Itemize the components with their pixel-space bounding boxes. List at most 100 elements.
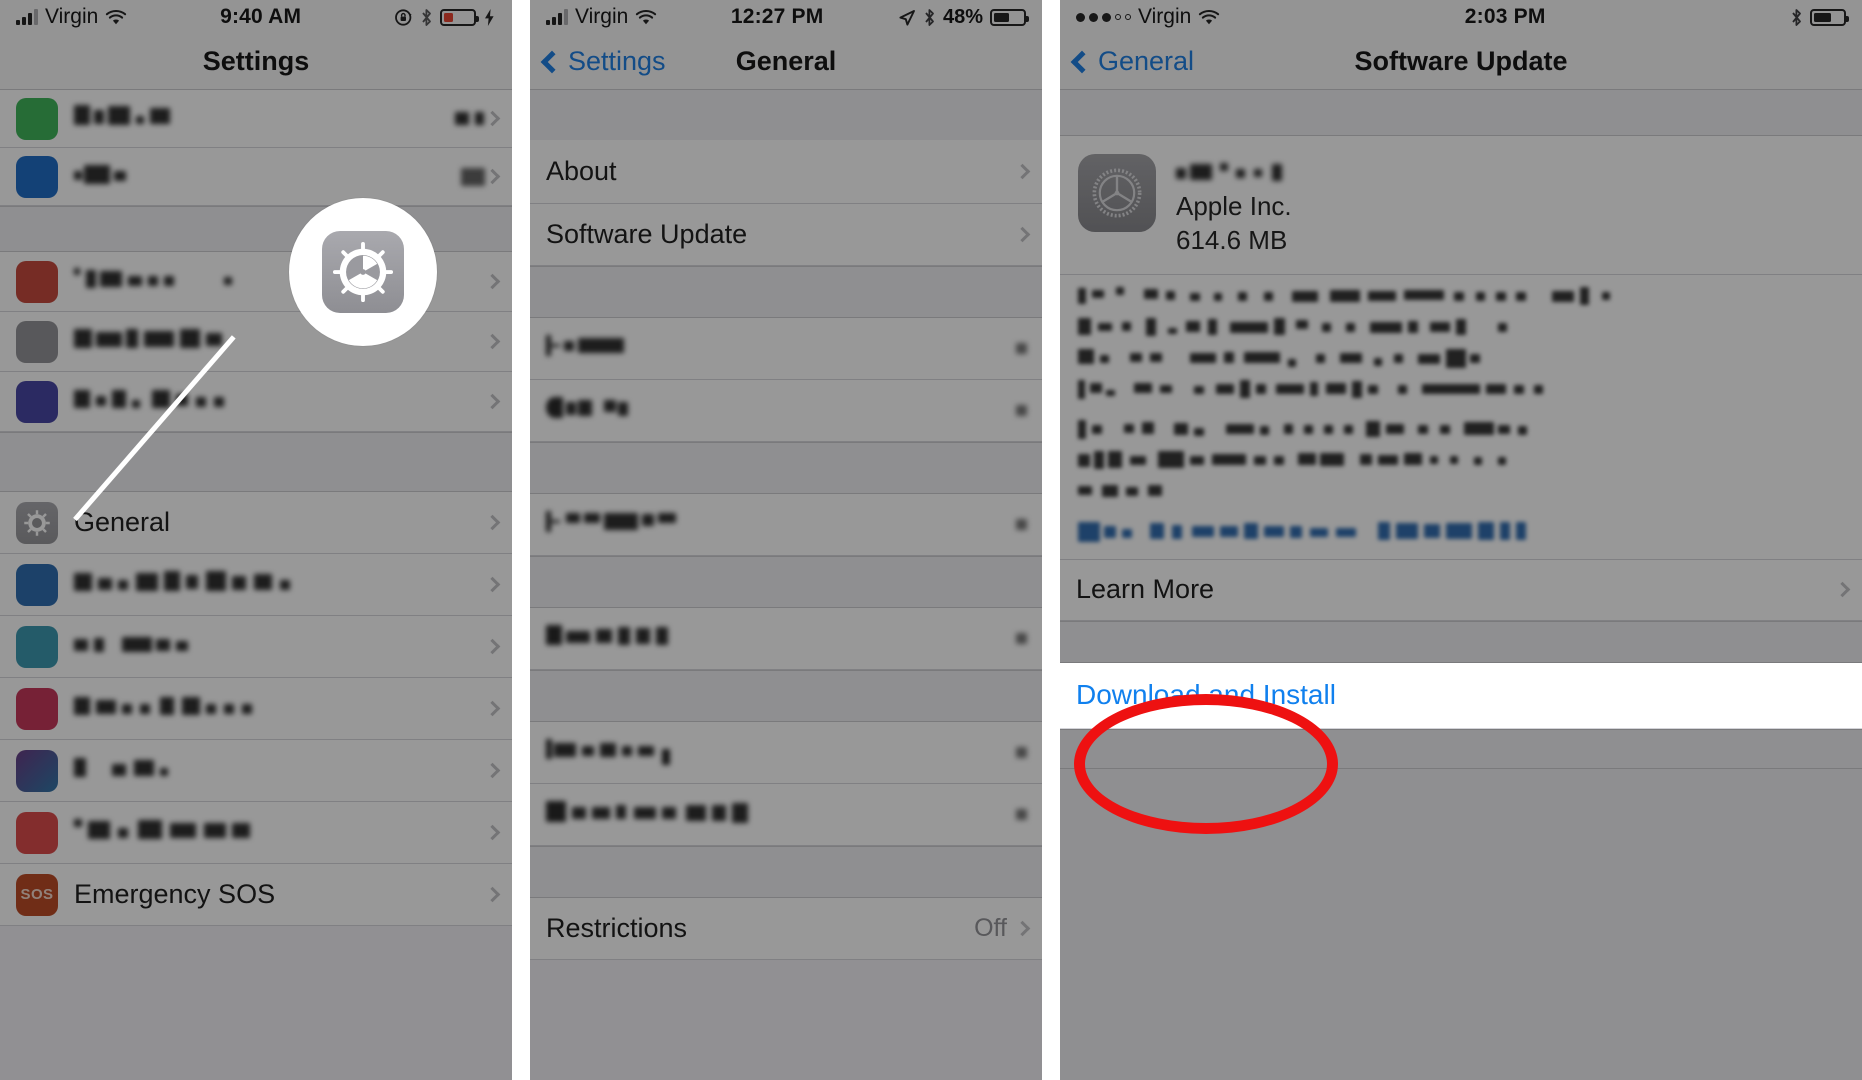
chevron-right-icon: [1014, 163, 1031, 180]
settings-gear-icon: [1078, 154, 1156, 232]
battery-icon: [1810, 8, 1849, 26]
sidebar-item-emergency-sos[interactable]: SOS Emergency SOS: [0, 864, 512, 926]
list-item[interactable]: [0, 312, 512, 372]
list-section-gap: [0, 206, 512, 252]
sidebar-item-label: General: [74, 507, 171, 537]
wifi-icon: [1199, 9, 1220, 24]
sidebar-item-general[interactable]: General: [0, 492, 512, 554]
list-section-gap: [1060, 620, 1862, 663]
update-size: 614.6 MB: [1176, 224, 1288, 255]
app-icon: [16, 260, 58, 303]
list-item-label-redacted: [74, 817, 487, 848]
carrier-label-panel3: Virgin: [1138, 5, 1192, 28]
list-item-label: Restrictions: [546, 913, 688, 943]
description-line-redacted: [1078, 482, 1844, 502]
general-gear-icon: [16, 501, 58, 544]
status-left-panel2: Virgin: [546, 5, 657, 29]
status-bar-panel1: Virgin 9:40 AM: [0, 0, 512, 34]
list-item-label-redacted: [74, 569, 487, 600]
list-item[interactable]: [0, 616, 512, 678]
app-icon: [16, 97, 58, 140]
app-icon: [16, 155, 58, 198]
chevron-left-icon: [1070, 50, 1094, 73]
list-item-label-redacted: [74, 386, 487, 417]
list-item-value-redacted: [1016, 808, 1028, 821]
chevron-right-icon: [1834, 581, 1851, 598]
support-link-redacted[interactable]: [1078, 521, 1844, 543]
list-item[interactable]: [530, 608, 1042, 670]
app-icon: [16, 811, 58, 854]
description-paragraph-2: [1078, 419, 1844, 502]
status-bar-panel2: Virgin 12:27 PM 48%: [530, 0, 1042, 34]
list-item-label-redacted: [74, 326, 487, 357]
battery-low-icon: [440, 8, 479, 26]
bluetooth-icon: [925, 8, 934, 26]
download-and-install-button[interactable]: Download and Install: [1060, 662, 1862, 729]
settings-list: General SOS Emergency SOS: [0, 90, 512, 926]
chevron-right-icon: [484, 273, 501, 290]
app-icon: [16, 625, 58, 668]
page-background-filler: [1060, 768, 1862, 1080]
list-item[interactable]: [530, 722, 1042, 784]
chevron-right-icon: [484, 700, 501, 717]
list-item-learn-more[interactable]: Learn More: [1060, 558, 1862, 621]
list-item-label-redacted: [74, 161, 461, 192]
list-item[interactable]: [0, 372, 512, 432]
list-section-gap: [1060, 90, 1862, 136]
location-arrow-icon: [899, 9, 915, 26]
clock-panel2: 12:27 PM: [730, 5, 824, 28]
carrier-label-panel1: Virgin: [45, 5, 99, 28]
description-line-redacted: [1078, 379, 1844, 400]
rotation-lock-icon: [395, 8, 412, 26]
list-item[interactable]: [0, 678, 512, 740]
carrier-label-panel2: Virgin: [575, 5, 629, 28]
list-item[interactable]: [0, 554, 512, 616]
list-item[interactable]: [0, 148, 512, 206]
cellular-bars-icon: [16, 9, 38, 25]
list-item[interactable]: [530, 494, 1042, 556]
chevron-right-icon: [484, 638, 501, 655]
chevron-right-icon: [484, 333, 501, 350]
clock-panel1: 9:40 AM: [220, 5, 302, 28]
back-button-label: General: [1098, 46, 1195, 76]
chevron-right-icon: [484, 168, 501, 185]
list-item[interactable]: [530, 318, 1042, 380]
phone-panel-settings: Virgin 9:40 AM Settings General SOS Emer…: [0, 0, 512, 1080]
list-item[interactable]: [530, 380, 1042, 442]
update-version-redacted: [1176, 158, 1311, 188]
description-line-redacted: [1078, 348, 1844, 369]
list-item-software-update[interactable]: Software Update: [530, 204, 1042, 266]
list-item[interactable]: [530, 784, 1042, 846]
download-and-install-label: Download and Install: [1076, 679, 1336, 711]
bluetooth-icon: [1792, 8, 1801, 26]
status-right-panel2: 48%: [897, 5, 1029, 29]
list-item-value: Off: [974, 914, 1007, 942]
app-icon: [16, 749, 58, 792]
list-section-gap: [530, 90, 1042, 140]
back-button-general[interactable]: General: [1070, 46, 1195, 77]
status-right-panel1: [394, 8, 496, 27]
clock-panel3: 2:03 PM: [1464, 5, 1546, 28]
list-item-restrictions[interactable]: Restrictions Off: [530, 898, 1042, 960]
list-item[interactable]: [0, 90, 512, 148]
list-item-value-redacted: [1016, 404, 1028, 417]
update-summary-block: Apple Inc. 614.6 MB: [1060, 136, 1862, 275]
battery-percent-label: 48%: [942, 5, 983, 28]
chevron-right-icon: [484, 824, 501, 841]
chevron-right-icon: [1014, 226, 1031, 243]
list-item-value-redacted: [455, 111, 487, 126]
description-paragraph-1: [1078, 286, 1844, 400]
back-button-settings[interactable]: Settings: [540, 46, 666, 77]
list-item-value-redacted: [1016, 632, 1028, 645]
list-item[interactable]: [0, 740, 512, 802]
update-meta: Apple Inc. 614.6 MB: [1176, 154, 1311, 260]
list-item[interactable]: [0, 802, 512, 864]
sidebar-item-label: Emergency SOS: [74, 879, 276, 909]
cellular-bars-icon: [546, 9, 568, 25]
list-item-label-redacted: [546, 333, 1016, 364]
chevron-right-icon: [484, 393, 501, 410]
list-item-label: About: [546, 156, 617, 186]
nav-bar-panel3: General Software Update: [1060, 34, 1862, 90]
list-item-about[interactable]: About: [530, 140, 1042, 204]
list-section-gap: [530, 442, 1042, 494]
